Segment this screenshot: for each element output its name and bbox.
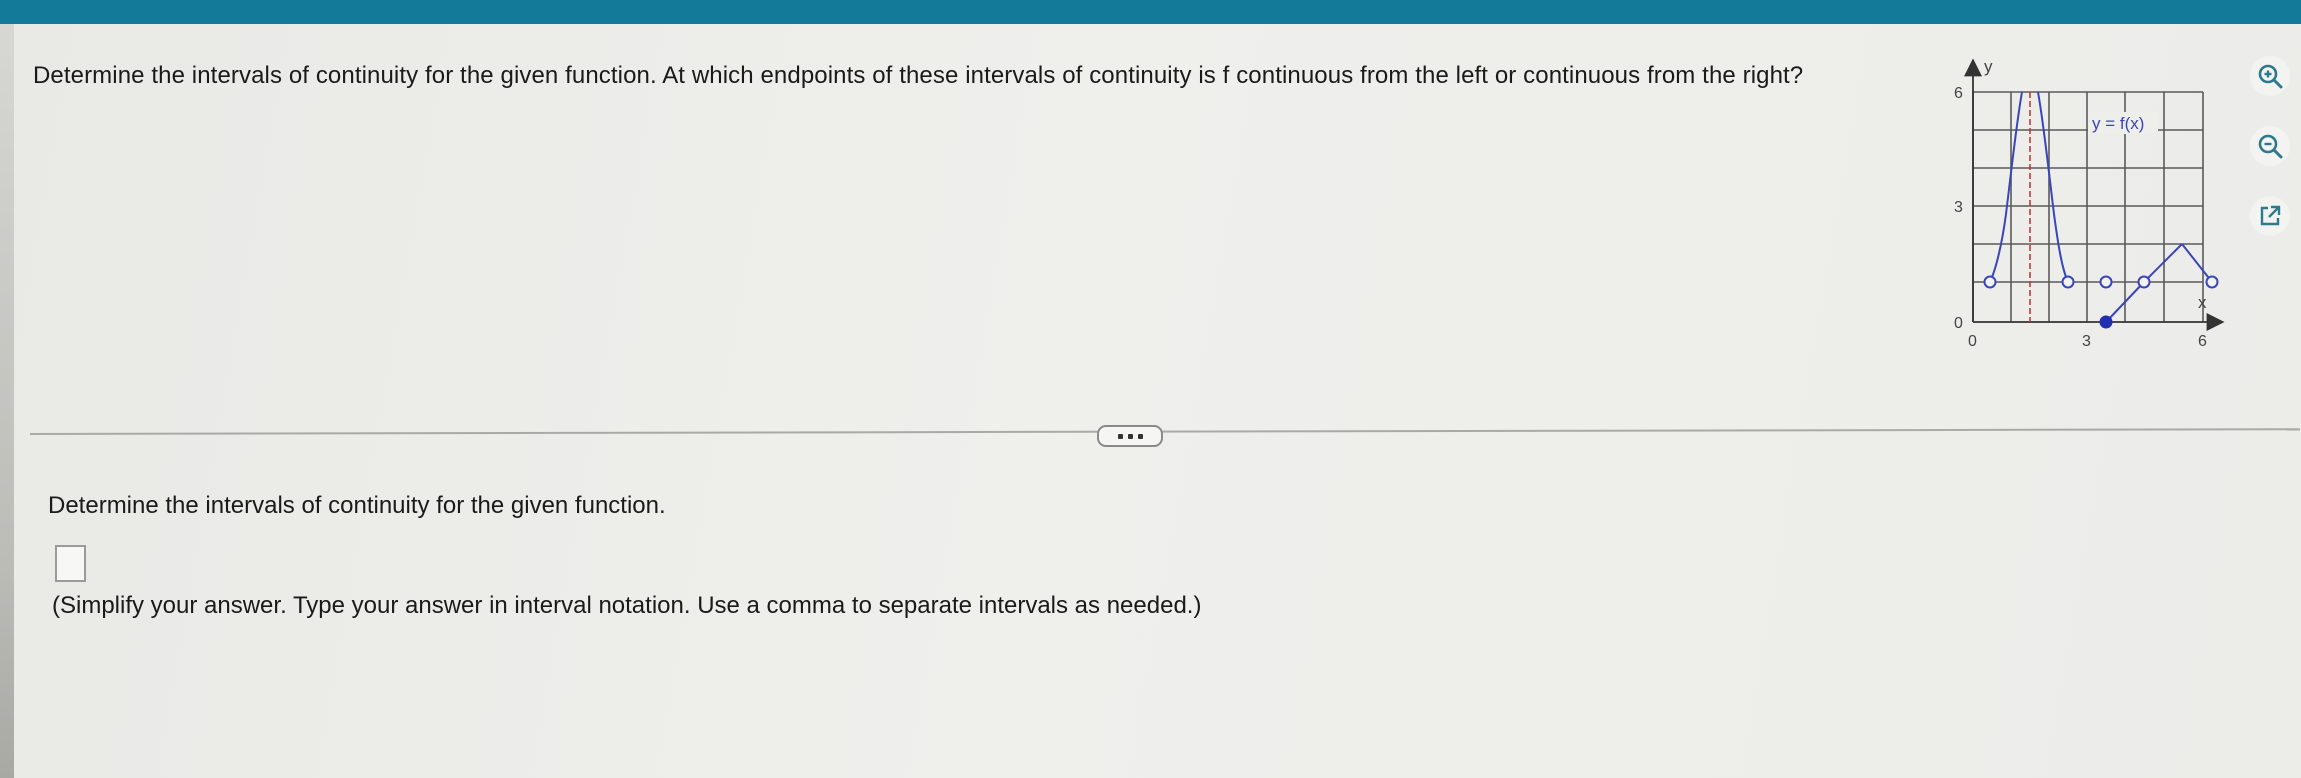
closed-point [2099, 315, 2113, 329]
x-tick-label: 3 [2082, 333, 2091, 350]
function-label: y = f(x) [2092, 114, 2144, 133]
open-point [2205, 275, 2219, 289]
y-axis-label: y [1984, 57, 1993, 76]
x-axis-label: x [2198, 293, 2207, 312]
ellipsis-icon [1127, 433, 1133, 439]
popout-button[interactable] [2250, 196, 2290, 236]
expand-more-button[interactable] [1097, 425, 1163, 447]
top-bar [0, 0, 2301, 24]
answer-hint: (Simplify your answer. Type your answer … [52, 592, 1202, 619]
ellipsis-icon [1117, 433, 1123, 439]
left-edge [0, 24, 14, 778]
question-text: Determine the intervals of continuity fo… [33, 62, 1804, 89]
zoom-out-icon [2258, 134, 2283, 159]
zoom-in-button[interactable] [2250, 56, 2290, 96]
zoom-in-icon [2258, 64, 2283, 89]
open-point [1983, 275, 1997, 289]
open-point [2137, 275, 2151, 289]
zoom-out-button[interactable] [2250, 126, 2290, 166]
ellipsis-icon [1137, 433, 1143, 439]
y-tick-label: 0 [1954, 315, 1963, 332]
part-prompt: Determine the intervals of continuity fo… [48, 492, 666, 519]
x-tick-label: 0 [1968, 333, 1977, 350]
external-link-icon [2260, 205, 2281, 226]
function-graph: y = f(x) y x 6 3 0 0 3 6 [1954, 57, 2225, 350]
open-point [2099, 275, 2113, 289]
x-tick-label: 6 [2198, 333, 2207, 350]
y-tick-label: 3 [1954, 199, 1963, 216]
open-point [2061, 275, 2075, 289]
y-tick-label: 6 [1954, 85, 1963, 102]
answer-input[interactable] [55, 545, 86, 582]
